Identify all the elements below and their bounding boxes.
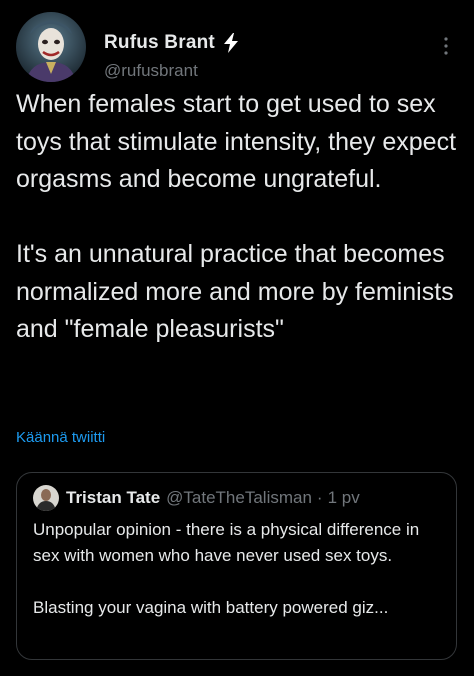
lightning-bolt-icon xyxy=(221,32,241,54)
author-name-row[interactable]: Rufus Brant xyxy=(104,32,241,54)
quoted-author-display-name: Tristan Tate xyxy=(66,488,161,507)
author-display-name[interactable]: Rufus Brant xyxy=(104,32,215,54)
author-avatar[interactable] xyxy=(16,12,86,82)
quoted-separator: · xyxy=(316,488,323,507)
avatar-image xyxy=(16,12,86,82)
timestamp-row-cutoff xyxy=(16,670,316,676)
author-handle[interactable]: @rufusbrant xyxy=(104,61,198,81)
tweet-text: When females start to get used to sex to… xyxy=(16,90,457,343)
quoted-author-handle: @TateTheTalisman xyxy=(166,488,312,507)
quoted-timestamp: 1 pv xyxy=(327,488,360,507)
translate-tweet-link[interactable]: Käännä twiitti xyxy=(16,429,105,446)
quoted-tweet-card[interactable]: Tristan Tate @TateTheTalisman · 1 pv Unp… xyxy=(16,472,457,660)
quoted-avatar-image xyxy=(33,485,59,511)
tweet-header: Rufus Brant @rufusbrant xyxy=(16,12,458,84)
quoted-tweet-text: Unpopular opinion - there is a physical … xyxy=(33,520,420,617)
more-vertical-icon[interactable] xyxy=(438,32,454,60)
quoted-tweet-header: Tristan Tate @TateTheTalisman · 1 pv xyxy=(33,485,360,511)
quoted-author-avatar xyxy=(33,485,59,511)
